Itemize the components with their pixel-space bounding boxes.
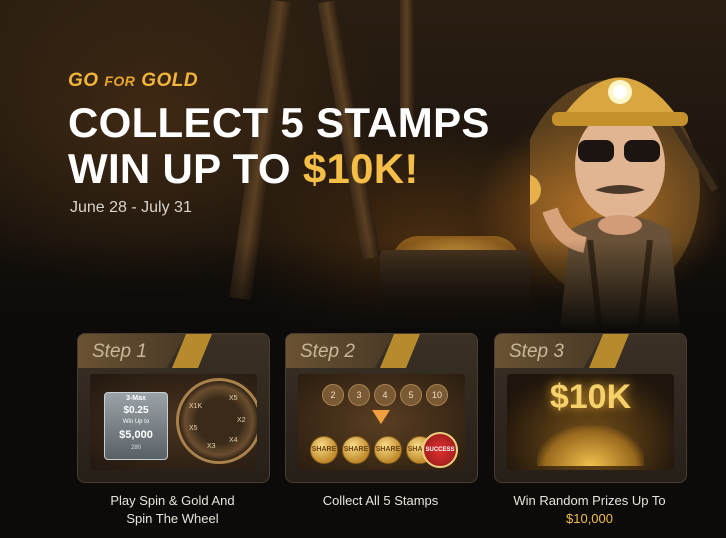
stamp-coin-row: SHARE SHARE SHARE SHARE — [310, 436, 434, 464]
step-card-1: Step 1 3-Max $0.25 Win Up to $5,000 280 … — [77, 333, 270, 483]
headline-amount: $10K! — [302, 145, 419, 192]
stamp-number-row: 2 3 4 5 10 — [322, 384, 448, 406]
arrow-down-icon — [372, 410, 390, 424]
go-for-gold-logo: GO FOR GOLD — [68, 70, 199, 91]
step-2-illustration: 2 3 4 5 10 SHARE SHARE SHARE SHARE SUCCE… — [298, 374, 465, 470]
step-card-2: Step 2 2 3 4 5 10 SHARE SHARE SHARE SHAR… — [285, 333, 478, 483]
step-card-3: Step 3 $10K — [494, 333, 687, 483]
promo-headline: COLLECT 5 STAMPS WIN UP TO $10K! — [68, 100, 490, 192]
hero-fade — [0, 240, 726, 330]
gold-coin-pile — [537, 426, 644, 466]
prize-wheel: X1K X5 X2 X4 X3 X5 — [176, 378, 257, 464]
success-badge: SUCCESS — [422, 432, 458, 468]
spin-gold-token: 3-Max $0.25 Win Up to $5,000 280 — [104, 392, 168, 460]
step-label: Step 2 — [300, 341, 355, 362]
headline-line-2: WIN UP TO $10K! — [68, 145, 419, 192]
step-label: Step 3 — [509, 341, 564, 362]
prize-amount: $10,000 — [566, 511, 613, 526]
step-1-illustration: 3-Max $0.25 Win Up to $5,000 280 X1K X5 … — [90, 374, 257, 470]
promo-dates: June 28 - July 31 — [70, 199, 192, 216]
step-1-caption: Play Spin & Gold And Spin The Wheel — [110, 493, 235, 526]
step-3-caption: Win Random Prizes Up To $10,000 — [494, 492, 685, 528]
step-3-illustration: $10K — [507, 374, 674, 470]
step-2-caption: Collect All 5 Stamps — [322, 493, 439, 508]
prize-amount-graphic: $10K — [549, 378, 632, 416]
step-label: Step 1 — [92, 341, 147, 362]
headline-line-1: COLLECT 5 STAMPS — [68, 99, 490, 146]
